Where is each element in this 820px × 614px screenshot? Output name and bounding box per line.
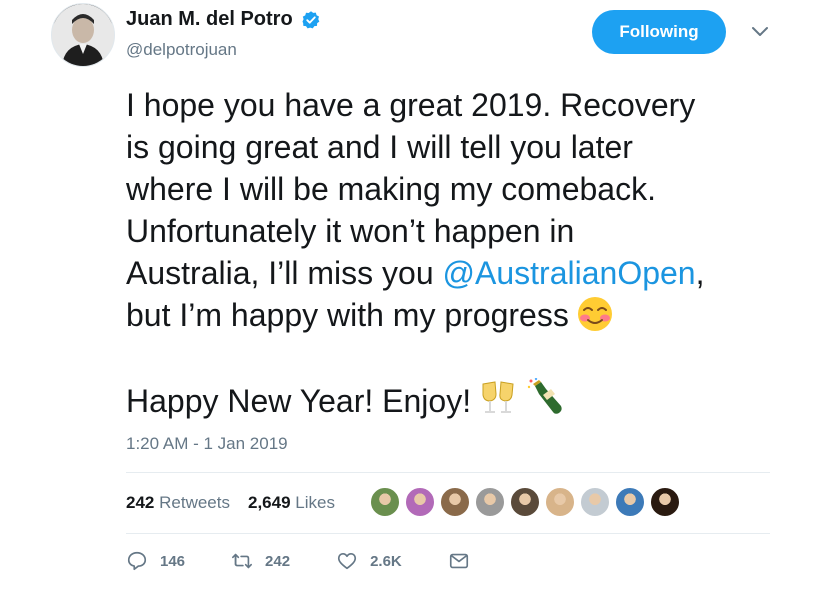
liker-avatar[interactable] <box>580 487 610 517</box>
tweet-text-segment: Australia, I’ll miss you <box>126 255 443 291</box>
like-button[interactable]: 2.6K <box>336 550 402 572</box>
tweet-text-segment: but I’m happy with my progress <box>126 297 569 333</box>
engagement-stats: 242 Retweets 2,649 Likes <box>126 493 335 513</box>
retweet-count: 242 <box>265 552 291 570</box>
retweet-button[interactable]: 242 <box>231 550 290 572</box>
envelope-icon <box>449 553 468 569</box>
liker-avatar[interactable] <box>615 487 645 517</box>
avatar[interactable] <box>51 3 115 67</box>
likes-stat[interactable]: 2,649 Likes <box>248 493 335 513</box>
champagne-bottle-emoji <box>527 378 562 414</box>
liker-avatar[interactable] <box>475 487 505 517</box>
author-name-row: Juan M. del Potro <box>126 8 321 31</box>
tweet-line: Unfortunately it won’t happen in <box>126 213 575 249</box>
liker-avatar[interactable] <box>405 487 435 517</box>
author-handle[interactable]: @delpotrojuan <box>126 40 237 60</box>
chevron-down-icon[interactable] <box>751 25 769 39</box>
reply-icon <box>127 551 147 571</box>
reply-button[interactable]: 146 <box>126 550 185 572</box>
liker-avatar[interactable] <box>545 487 575 517</box>
tweet-line: Happy New Year! Enjoy! <box>126 378 806 422</box>
retweets-label: Retweets <box>159 493 230 512</box>
like-count: 2.6K <box>370 552 402 570</box>
tweet-line: where I will be making my comeback. <box>126 171 656 207</box>
profile-photo <box>52 4 114 66</box>
retweets-count: 242 <box>126 493 155 512</box>
verified-badge-icon <box>302 10 320 28</box>
mention-link[interactable]: @AustralianOpen <box>443 255 696 291</box>
liker-avatar[interactable] <box>440 487 470 517</box>
action-bar: 146 242 2.6K <box>126 550 528 572</box>
likes-count: 2,649 <box>247 493 291 512</box>
tweet-line: but I’m happy with my progress <box>126 294 806 336</box>
liker-avatar[interactable] <box>510 487 540 517</box>
author-name[interactable]: Juan M. del Potro <box>126 8 293 31</box>
liker-avatar[interactable] <box>370 487 400 517</box>
divider <box>126 472 770 473</box>
timestamp[interactable]: 1:20 AM - 1 Jan 2019 <box>126 434 288 454</box>
tweet-text-segment: Happy New Year! Enjoy! <box>126 383 472 419</box>
smiling-blushing-emoji <box>577 297 612 331</box>
divider <box>126 533 770 534</box>
tweet-text: I hope you have a great 2019. Recovery i… <box>126 84 806 422</box>
tweet-line: Australia, I’ll miss you @AustralianOpen… <box>126 252 806 294</box>
liker-avatars <box>370 487 685 517</box>
retweets-stat[interactable]: 242 Retweets <box>126 493 230 513</box>
tweet-line: I hope you have a great 2019. Recovery <box>126 87 696 123</box>
reply-count: 146 <box>160 552 186 570</box>
direct-message-button[interactable] <box>448 550 482 572</box>
clinking-glasses-emoji <box>482 381 514 413</box>
likes-label: Likes <box>295 493 335 512</box>
tweet-line: is going great and I will tell you later <box>126 129 633 165</box>
retweet-icon <box>232 553 253 569</box>
heart-icon <box>337 553 357 570</box>
liker-avatar[interactable] <box>650 487 680 517</box>
following-button[interactable]: Following <box>592 10 726 54</box>
tweet-text-segment: , <box>695 255 705 291</box>
